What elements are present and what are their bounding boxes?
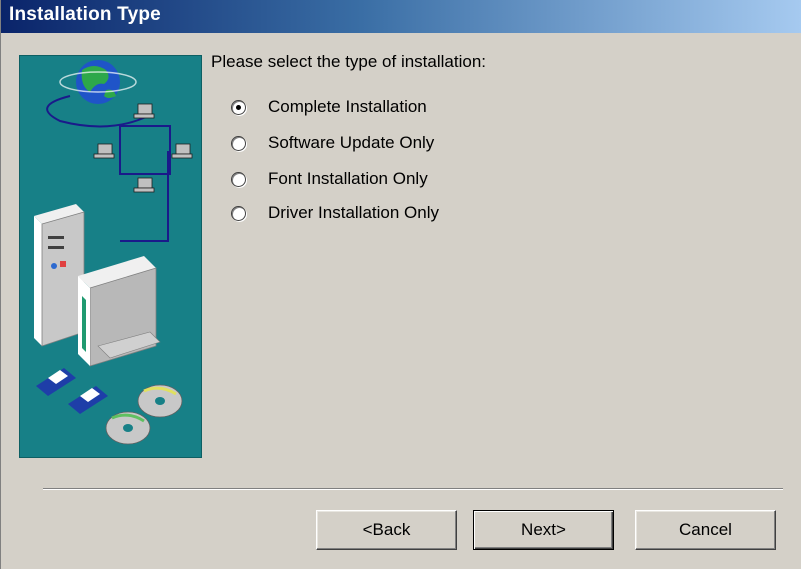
cd-icon	[105, 384, 183, 445]
back-button[interactable]: <Back	[316, 510, 457, 550]
cancel-button[interactable]: Cancel	[635, 510, 776, 550]
option-label[interactable]: Complete Installation	[268, 97, 427, 117]
title-bar: Installation Type	[1, 0, 801, 33]
installation-type-dialog: Installation Type Please select the type…	[0, 0, 801, 569]
monitor-icon	[78, 256, 161, 367]
option-complete-installation[interactable]: Complete Installation	[231, 94, 427, 120]
option-software-update-only[interactable]: Software Update Only	[231, 130, 434, 156]
next-button[interactable]: Next>	[473, 510, 614, 550]
radio-dot-icon	[236, 104, 241, 110]
installation-illustration	[19, 55, 202, 458]
window-title: Installation Type	[9, 4, 161, 25]
selection-prompt: Please select the type of installation:	[211, 52, 486, 71]
option-label[interactable]: Driver Installation Only	[268, 203, 439, 223]
option-label[interactable]: Software Update Only	[268, 133, 434, 153]
radio-button[interactable]	[231, 171, 246, 187]
network-computer-icon	[93, 103, 193, 193]
setup-illustration-icon	[34, 60, 193, 445]
radio-button[interactable]	[231, 135, 246, 151]
radio-button[interactable]	[231, 205, 246, 221]
button-separator	[43, 488, 783, 490]
option-driver-installation-only[interactable]: Driver Installation Only	[231, 200, 439, 226]
option-font-installation-only[interactable]: Font Installation Only	[231, 166, 428, 192]
globe-icon	[59, 60, 137, 104]
floppy-disk-icon	[36, 368, 108, 414]
option-label[interactable]: Font Installation Only	[268, 169, 428, 189]
radio-button-selected[interactable]	[231, 99, 246, 115]
tower-computer-icon	[34, 204, 85, 347]
